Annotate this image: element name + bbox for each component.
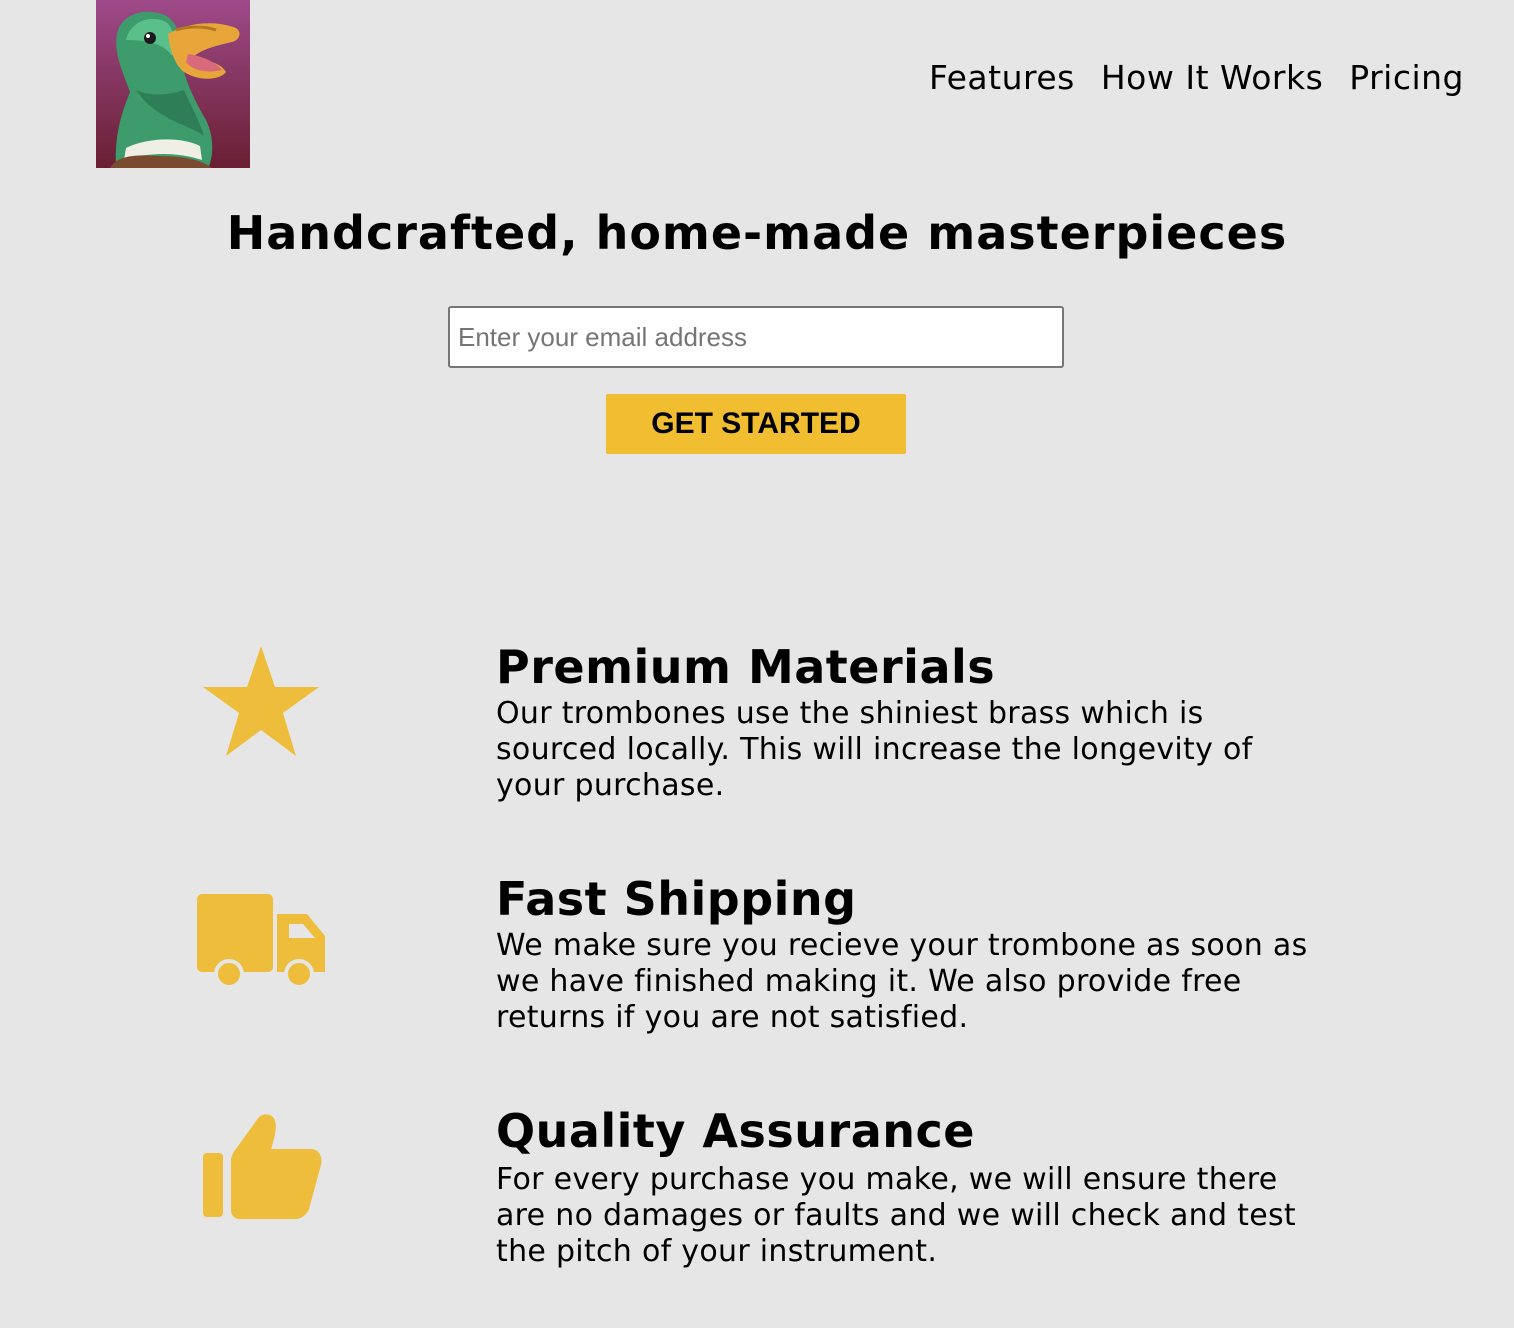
star-icon: [190, 640, 332, 762]
thumbs-up-icon: [190, 1110, 332, 1222]
duck-logo[interactable]: [96, 0, 250, 168]
nav-link-how-it-works[interactable]: How It Works: [1101, 58, 1323, 97]
page-header: Features How It Works Pricing: [0, 0, 1514, 168]
feature-title: Quality Assurance: [496, 1104, 975, 1158]
nav-link-pricing[interactable]: Pricing: [1349, 58, 1464, 97]
email-input[interactable]: [448, 306, 1064, 368]
feature-description: Our trombones use the shiniest brass whi…: [496, 696, 1253, 803]
feature-title: Fast Shipping: [496, 872, 857, 926]
feature-description: We make sure you recieve your trombone a…: [496, 928, 1308, 1035]
nav-link-features[interactable]: Features: [929, 58, 1075, 97]
feature-description: For every purchase you make, we will ens…: [496, 1162, 1296, 1269]
main-nav: Features How It Works Pricing: [929, 58, 1464, 97]
feature-title: Premium Materials: [496, 640, 996, 694]
truck-icon: [190, 886, 332, 990]
get-started-button[interactable]: GET STARTED: [606, 394, 906, 454]
hero-title: Handcrafted, home-made masterpieces: [226, 206, 1288, 260]
